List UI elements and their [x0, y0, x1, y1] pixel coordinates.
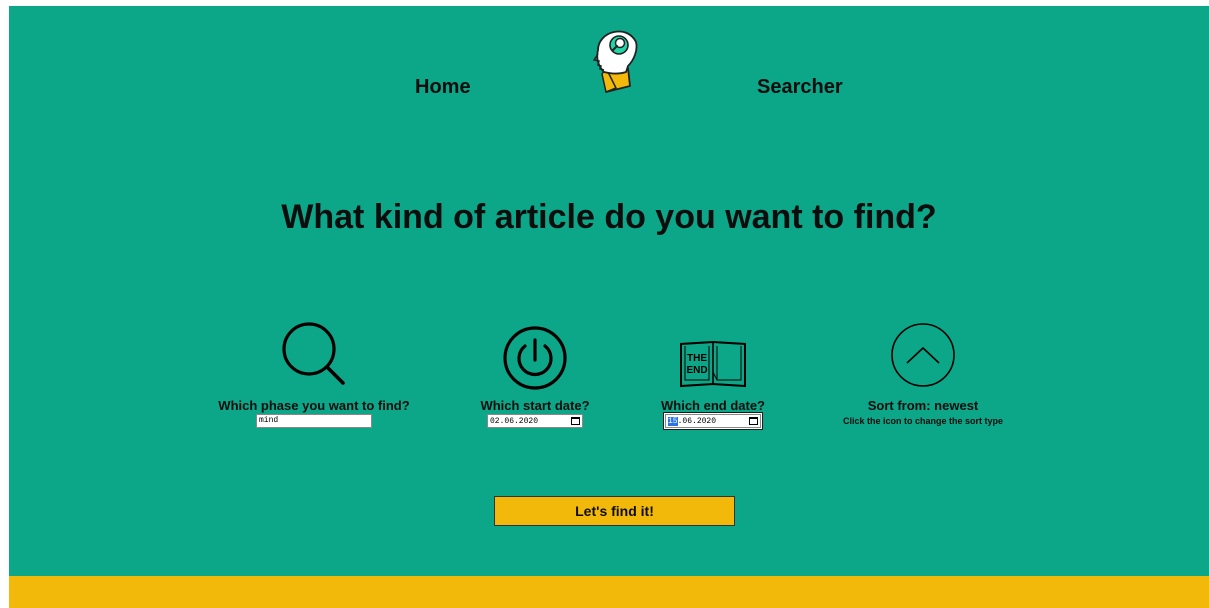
sort-hint: Click the icon to change the sort type — [842, 416, 1004, 426]
the-end-book-icon: THE END — [680, 340, 746, 388]
chevron-up-circle-icon[interactable] — [887, 318, 959, 390]
calendar-icon[interactable] — [571, 417, 580, 425]
magnifier-icon — [282, 322, 345, 385]
start-date-filter: Which start date? 02.06.2020 — [465, 318, 605, 428]
start-date-value: 02.06.2020 — [490, 416, 539, 426]
svg-text:END: END — [686, 365, 707, 376]
end-date-day-segment[interactable]: 15 — [668, 416, 678, 426]
end-date-value: 15.06.2020 — [668, 416, 717, 426]
calendar-icon[interactable] — [749, 417, 758, 425]
end-date-rest: .06.2020 — [677, 416, 717, 426]
sort-label: Sort from: newest — [867, 398, 979, 413]
find-button[interactable]: Let's find it! — [494, 496, 735, 526]
head-search-logo-icon[interactable] — [592, 28, 642, 96]
svg-text:THE: THE — [687, 353, 707, 364]
sort-filter: Sort from: newest Click the icon to chan… — [823, 318, 1023, 427]
nav-searcher-link[interactable]: Searcher — [757, 76, 843, 98]
page: Home Searcher What kind of article do yo… — [9, 6, 1209, 608]
start-date-input[interactable]: 02.06.2020 — [487, 414, 583, 428]
footer-bar — [9, 576, 1209, 608]
nav-home-link[interactable]: Home — [415, 76, 471, 98]
start-date-label: Which start date? — [480, 398, 590, 413]
phrase-label: Which phase you want to find? — [218, 398, 410, 413]
end-date-input[interactable]: 15.06.2020 — [664, 413, 762, 429]
power-icon — [503, 326, 567, 390]
end-date-filter: THE END Which end date? 15.06.2020 — [643, 318, 783, 429]
phrase-filter: Which phase you want to find? mind — [214, 318, 414, 428]
end-date-label: Which end date? — [661, 398, 765, 413]
page-title: What kind of article do you want to find… — [281, 198, 937, 236]
phrase-input[interactable]: mind — [256, 414, 372, 428]
